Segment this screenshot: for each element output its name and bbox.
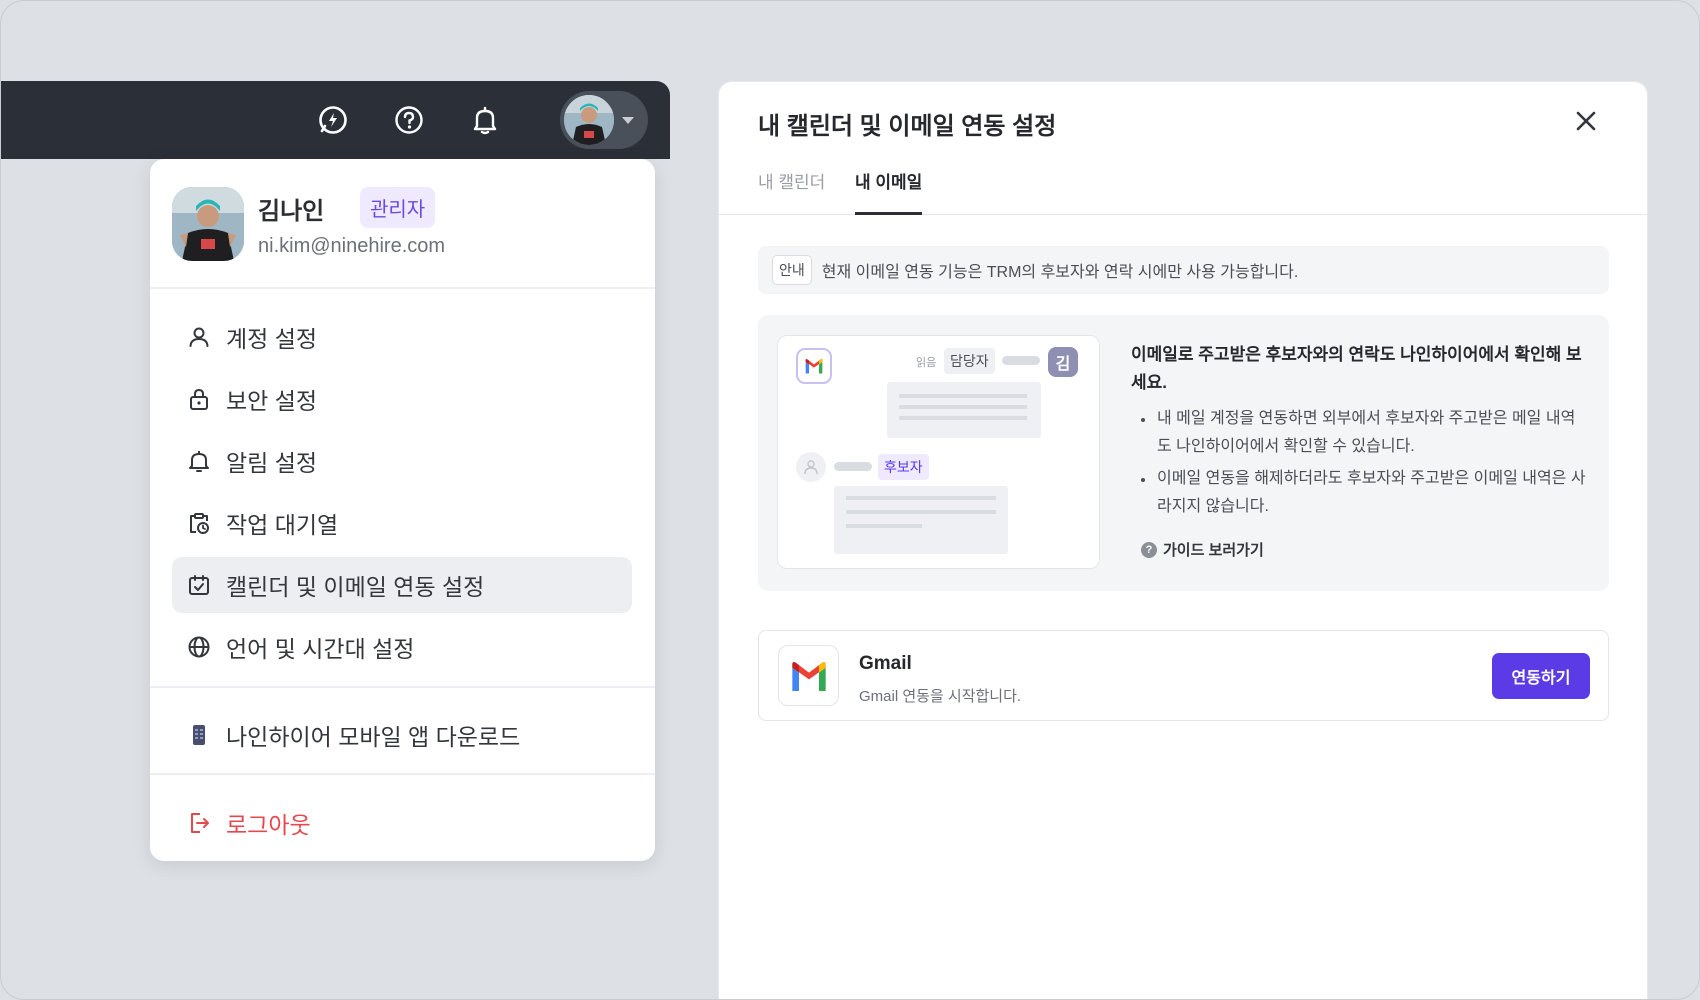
menu-item-label: 언어 및 시간대 설정 bbox=[226, 636, 415, 662]
menu-item-label: 알림 설정 bbox=[226, 450, 318, 476]
chevron-down-icon bbox=[622, 116, 634, 124]
menu-item-label: 계정 설정 bbox=[226, 326, 318, 352]
menu-item-calendar-email-settings[interactable]: 캘린더 및 이메일 연동 설정 bbox=[172, 557, 632, 613]
message-bubble bbox=[887, 382, 1041, 438]
menu-item-job-queue[interactable]: 작업 대기열 bbox=[172, 495, 632, 551]
top-navigation-bar bbox=[1, 81, 670, 159]
user-avatar-button[interactable] bbox=[560, 91, 648, 149]
manager-label: 담당자 bbox=[944, 348, 995, 374]
avatar bbox=[172, 187, 244, 261]
connect-gmail-button[interactable]: 연동하기 bbox=[1492, 653, 1590, 699]
calendar-check-icon bbox=[186, 572, 212, 598]
gmail-integration-card: Gmail Gmail 연동을 시작합니다. 연동하기 bbox=[758, 630, 1609, 721]
info-bullet-list: 내 메일 계정을 연동하면 외부에서 후보자와 주고받은 메일 내역도 나인하이… bbox=[1131, 405, 1586, 525]
bell-icon[interactable] bbox=[466, 101, 504, 139]
menu-item-account-settings[interactable]: 계정 설정 bbox=[172, 309, 632, 365]
user-dropdown-menu: 김나인 관리자 ni.kim@ninehire.com 계정 설정 보안 설정 … bbox=[150, 159, 655, 861]
guide-link-label: 가이드 보러가기 bbox=[1163, 542, 1264, 559]
message-bubble bbox=[834, 486, 1008, 554]
candidate-avatar-icon bbox=[796, 452, 826, 482]
menu-item-label: 나인하이어 모바일 앱 다운로드 bbox=[226, 724, 521, 750]
list-item: 내 메일 계정을 연동하면 외부에서 후보자와 주고받은 메일 내역도 나인하이… bbox=[1131, 405, 1586, 461]
email-integration-info: 읽음 담당자 김 후보자 이메일로 주고받은 후보자와의 연락도 나인하이어에서… bbox=[758, 315, 1609, 591]
calendar-email-settings-panel: 내 캘린더 및 이메일 연동 설정 내 캘린더 내 이메일 안내 현재 이메일 … bbox=[718, 81, 1649, 999]
help-icon[interactable] bbox=[390, 101, 428, 139]
placeholder-bar bbox=[1002, 356, 1040, 365]
manager-initial: 김 bbox=[1055, 356, 1071, 373]
list-item: 이메일 연동을 해제하더라도 후보자와 주고받은 이메일 내역은 사라지지 않습… bbox=[1131, 465, 1586, 521]
notice-tag: 안내 bbox=[772, 255, 812, 285]
clipboard-clock-icon bbox=[186, 510, 212, 536]
mobile-app-icon bbox=[186, 722, 212, 748]
logout-button[interactable]: 로그아웃 bbox=[172, 795, 632, 851]
person-icon bbox=[186, 324, 212, 350]
email-thread-illustration: 읽음 담당자 김 후보자 bbox=[777, 335, 1100, 569]
menu-item-security-settings[interactable]: 보안 설정 bbox=[172, 371, 632, 427]
manager-avatar: 김 bbox=[1048, 347, 1078, 377]
menu-item-language-timezone-settings[interactable]: 언어 및 시간대 설정 bbox=[172, 619, 632, 675]
menu-item-mobile-app-download[interactable]: 나인하이어 모바일 앱 다운로드 bbox=[172, 707, 632, 763]
user-email: ni.kim@ninehire.com bbox=[258, 235, 446, 257]
logout-label: 로그아웃 bbox=[226, 812, 311, 838]
gmail-description: Gmail 연동을 시작합니다. bbox=[859, 688, 1022, 705]
user-profile-header: 김나인 관리자 ni.kim@ninehire.com bbox=[172, 187, 642, 261]
active-tab-indicator bbox=[855, 212, 922, 215]
notice-text: 현재 이메일 연동 기능은 TRM의 후보자와 연락 시에만 사용 가능합니다. bbox=[821, 264, 1299, 281]
user-name: 김나인 bbox=[258, 198, 325, 225]
divider bbox=[150, 686, 655, 688]
logout-icon bbox=[186, 810, 212, 836]
avatar bbox=[564, 95, 614, 145]
candidate-label: 후보자 bbox=[878, 454, 929, 480]
guide-link[interactable]: ? 가이드 보러가기 bbox=[1141, 539, 1264, 560]
info-title: 이메일로 주고받은 후보자와의 연락도 나인하이어에서 확인해 보세요. bbox=[1131, 345, 1582, 392]
gmail-icon bbox=[796, 348, 832, 384]
menu-item-label: 보안 설정 bbox=[226, 388, 318, 414]
chat-icon[interactable] bbox=[314, 101, 352, 139]
divider bbox=[150, 287, 655, 289]
menu-item-notification-settings[interactable]: 알림 설정 bbox=[172, 433, 632, 489]
menu-item-label: 작업 대기열 bbox=[226, 512, 339, 538]
app-window: 김나인 관리자 ni.kim@ninehire.com 계정 설정 보안 설정 … bbox=[0, 0, 1700, 1000]
read-label: 읽음 bbox=[916, 357, 937, 369]
tab-my-calendar[interactable]: 내 캘린더 bbox=[758, 168, 825, 193]
menu-item-label: 캘린더 및 이메일 연동 설정 bbox=[226, 574, 485, 600]
divider bbox=[150, 773, 655, 775]
lock-icon bbox=[186, 386, 212, 412]
panel-title: 내 캘린더 및 이메일 연동 설정 bbox=[758, 113, 1057, 140]
role-badge: 관리자 bbox=[360, 187, 436, 228]
globe-icon bbox=[186, 634, 212, 660]
gmail-name: Gmail bbox=[859, 653, 912, 674]
bell-icon bbox=[186, 448, 212, 474]
notice-banner: 안내 현재 이메일 연동 기능은 TRM의 후보자와 연락 시에만 사용 가능합… bbox=[758, 246, 1609, 294]
tab-my-email[interactable]: 내 이메일 bbox=[855, 168, 922, 193]
gmail-icon bbox=[778, 645, 839, 706]
placeholder-bar bbox=[834, 462, 872, 471]
help-icon: ? bbox=[1141, 541, 1157, 558]
close-icon[interactable] bbox=[1571, 106, 1601, 136]
